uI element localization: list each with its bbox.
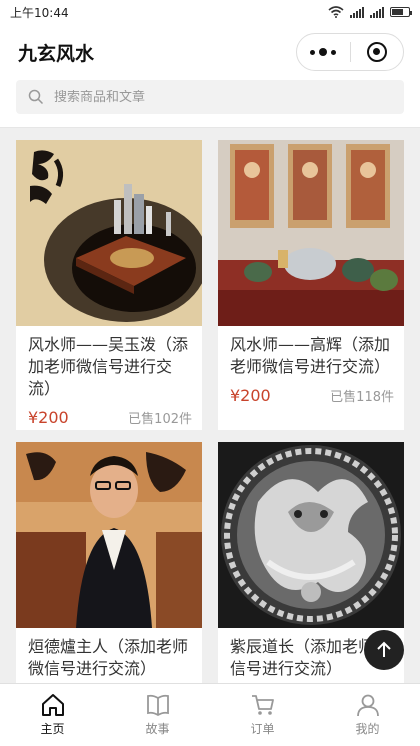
tab-story[interactable]: 故事 [105,684,210,746]
home-icon [41,694,64,716]
product-title: 风水师——吴玉泼（添加老师微信号进行交流） [28,335,189,398]
status-bar: 上午10:44 [0,0,420,24]
product-card[interactable]: 风水师——吴玉泼（添加老师微信号进行交流） ¥200 已售102件 [16,140,202,430]
arrow-up-icon [377,641,391,657]
product-meta: ¥200 已售118件 [218,378,404,415]
book-icon [146,694,169,717]
status-icons [328,6,412,18]
tab-orders[interactable]: 订单 [210,684,315,746]
close-mini-program-button[interactable] [351,34,404,70]
product-card[interactable]: 风水师——高辉（添加老师微信号进行交流） ¥200 已售118件 [218,140,404,430]
search-icon [28,89,44,105]
tab-label: 订单 [250,722,275,736]
product-image-portrait [16,442,202,628]
product-card[interactable]: 烜德爐主人（添加老师微信号进行交流） [16,442,202,702]
tab-mine[interactable]: 我的 [315,684,420,746]
page-title: 九玄风水 [18,42,95,65]
product-title: 烜德爐主人（添加老师微信号进行交流） [28,637,189,678]
product-price: ¥200 [28,408,69,427]
wifi-icon [328,6,344,18]
tab-label: 我的 [355,722,380,736]
signal-icon [350,6,364,18]
search-input[interactable] [54,89,392,105]
mini-program-capsule [296,33,404,71]
product-price: ¥200 [230,386,271,405]
tab-home[interactable]: 主页 [0,684,105,746]
close-target-icon [366,42,387,62]
tab-bar: 主页 故事 订单 我的 [0,683,420,746]
product-image-fengshui [16,140,202,326]
product-image-dragon [218,442,404,628]
cart-icon [251,695,274,715]
tab-label: 故事 [145,722,170,736]
more-button[interactable] [297,34,350,70]
more-dots-icon [310,48,337,56]
battery-icon [390,7,412,17]
user-icon [356,694,379,717]
search-box[interactable] [16,80,404,114]
search-bar [0,80,420,128]
tab-label: 主页 [40,722,65,736]
status-time: 上午10:44 [10,5,69,20]
product-sold-count: 已售102件 [128,412,192,427]
back-to-top-button[interactable] [364,630,404,670]
signal-icon-2 [370,6,384,18]
product-image-altar [218,140,404,326]
product-meta: ¥200 已售102件 [16,400,202,437]
product-sold-count: 已售118件 [330,390,394,405]
nav-bar: 九玄风水 [0,24,420,80]
product-title: 风水师——高辉（添加老师微信号进行交流） [230,335,391,376]
